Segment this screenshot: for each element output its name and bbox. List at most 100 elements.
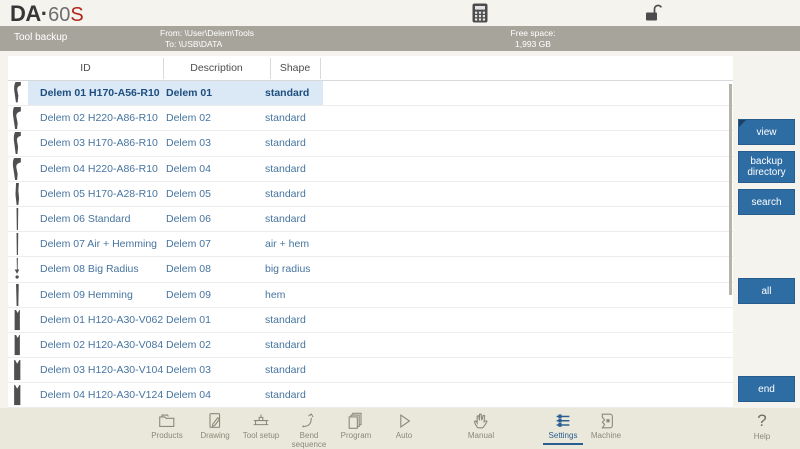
active-tab-underline (543, 442, 583, 445)
table-body: Delem 01 H170-A56-R10 Delem 01 standard Del… (8, 81, 733, 409)
tool-id: Delem 09 Hemming (40, 288, 133, 301)
tool-description: Delem 02 (166, 112, 211, 125)
toolbar-item-auto[interactable]: Auto (382, 409, 426, 441)
backup-paths: From: \User\Delem\Tools To: \USB\DATA (160, 28, 254, 49)
tool-shape: standard (265, 112, 306, 125)
punch-gooseneck-large-icon (10, 157, 24, 181)
table-row[interactable]: Delem 02 H220-A86-R10 Delem 02 standard (8, 106, 733, 132)
end-button[interactable]: end (738, 376, 795, 402)
button-label: end (758, 383, 775, 395)
punch-gooseneck-icon (10, 82, 24, 105)
toolbar-item-label: Settings (548, 431, 578, 440)
tool-description: Delem 04 (166, 389, 211, 402)
toolbar-item-label: Machine (590, 431, 622, 440)
table-row[interactable]: Delem 01 H120-A30-V062 Delem 01 standard (8, 308, 733, 333)
tool-description: Delem 08 (166, 263, 211, 276)
tool-shape: big radius (265, 263, 311, 276)
punch-gooseneck-medium-icon (10, 132, 24, 155)
logo-da: DA (10, 1, 41, 26)
vertical-scrollbar[interactable] (729, 84, 732, 295)
tool-description: Delem 09 (166, 288, 211, 301)
column-header-description: Description (190, 62, 243, 74)
punch-hem-icon (10, 283, 24, 307)
toolbar-item-drawing[interactable]: Drawing (193, 409, 237, 441)
logo-model: 60 (48, 4, 71, 26)
manual-icon (459, 409, 503, 432)
die-v-narrow-icon (10, 309, 24, 332)
punch-gooseneck-large-icon (10, 107, 24, 130)
page-title: Tool backup (14, 32, 68, 43)
table-row[interactable]: Delem 07 Air + Hemming Delem 07 air + hem (8, 232, 733, 258)
toolbar-item-manual[interactable]: Manual (459, 409, 503, 441)
bottom-toolbar: Products Drawing Tool setup Bend sequence Pr… (0, 408, 800, 449)
table-row[interactable]: Delem 08 Big Radius Delem 08 big radius (8, 257, 733, 283)
tool-description: Delem 05 (166, 187, 211, 200)
die-v-wide-icon (10, 384, 24, 407)
tool-shape: standard (265, 137, 306, 150)
toolbar-item-products[interactable]: Products (145, 409, 189, 441)
toolbar-item-tool-setup[interactable]: Tool setup (239, 409, 283, 441)
toolbar-item-label: Products (151, 431, 183, 440)
tool-id: Delem 08 Big Radius (40, 263, 139, 276)
tool-description: Delem 03 (166, 137, 211, 150)
tool-id: Delem 05 H170-A28-R10 (40, 187, 158, 200)
free-space-indicator: Free space: 1,993 GB (453, 28, 613, 49)
tool-id: Delem 01 H170-A56-R10 (40, 87, 160, 99)
table-row[interactable]: Delem 02 H120-A30-V084 Delem 02 standard (8, 333, 733, 359)
logo-separator: · (40, 1, 49, 26)
column-divider (163, 58, 164, 79)
tool-id: Delem 03 H170-A86-R10 (40, 137, 158, 150)
tool-description: Delem 01 (166, 313, 211, 326)
tool-id: Delem 04 H120-A30-V124 (40, 389, 164, 402)
button-label: backup directory (747, 156, 786, 178)
die-v-wide-icon (10, 359, 24, 382)
backup-directory-button[interactable]: backup directory (738, 151, 795, 183)
tool-description: Delem 07 (166, 238, 211, 251)
toolbar-item-bend-sequence[interactable]: Bend sequence (287, 409, 331, 449)
view-button[interactable]: view (738, 119, 795, 145)
tool-description: Delem 04 (166, 162, 211, 175)
tool-description: Delem 02 (166, 338, 211, 351)
tool-shape: standard (265, 338, 306, 351)
tool-id: Delem 02 H120-A30-V084 (40, 338, 164, 351)
table-row[interactable]: Delem 01 H170-A56-R10 Delem 01 standard (8, 81, 733, 107)
tool-shape: standard (265, 364, 306, 377)
search-button[interactable]: search (738, 189, 795, 215)
button-label: search (751, 196, 782, 208)
toolbar-item-label: Program (340, 431, 372, 440)
punch-slim-icon (10, 182, 24, 206)
bend-sequence-icon (287, 409, 331, 432)
tool-shape: air + hem (265, 238, 310, 251)
tool-shape: standard (265, 187, 306, 200)
tool-id: Delem 04 H220-A86-R10 (40, 162, 158, 175)
punch-straight-icon (10, 233, 24, 256)
toolbar-item-label: Bend sequence (291, 431, 327, 449)
tool-description: Delem 01 (166, 87, 213, 99)
tool-description: Delem 03 (166, 364, 211, 377)
table-row[interactable]: Delem 04 H120-A30-V124 Delem 04 standard (8, 383, 733, 409)
toolbar-item-label: Manual (467, 431, 495, 440)
settings-icon (541, 409, 585, 432)
column-divider (320, 58, 321, 79)
drawing-icon (193, 409, 237, 432)
all-button[interactable]: all (738, 278, 795, 304)
tool-shape: hem (265, 288, 286, 301)
toolbar-item-settings[interactable]: Settings (541, 409, 585, 445)
tool-shape: standard (265, 212, 306, 225)
table-row[interactable]: Delem 04 H220-A86-R10 Delem 04 standard (8, 157, 733, 182)
tool-id: Delem 07 Air + Hemming (40, 238, 158, 251)
toolbar-item-machine[interactable]: Machine (584, 409, 628, 441)
table-row[interactable]: Delem 05 H170-A28-R10 Delem 05 standard (8, 182, 733, 207)
toolbar-item-label: Tool setup (242, 431, 280, 440)
punch-straight-icon (10, 207, 24, 231)
toolbar-item-program[interactable]: Program (334, 409, 378, 441)
table-row[interactable]: Delem 09 Hemming Delem 09 hem (8, 283, 733, 308)
table-row[interactable]: Delem 03 H120-A30-V104 Delem 03 standard (8, 358, 733, 384)
table-row[interactable]: Delem 03 H170-A86-R10 Delem 03 standard (8, 131, 733, 157)
status-bar: Tool backup From: \User\Delem\Tools To: … (0, 26, 800, 51)
toolbar-item-label: Help (753, 432, 771, 441)
table-row[interactable]: Delem 06 Standard Delem 06 standard (8, 207, 733, 233)
tool-shape: standard (265, 313, 306, 326)
toolbar-item-help[interactable]: ? Help (744, 409, 780, 441)
tool-description: Delem 06 (166, 212, 211, 225)
